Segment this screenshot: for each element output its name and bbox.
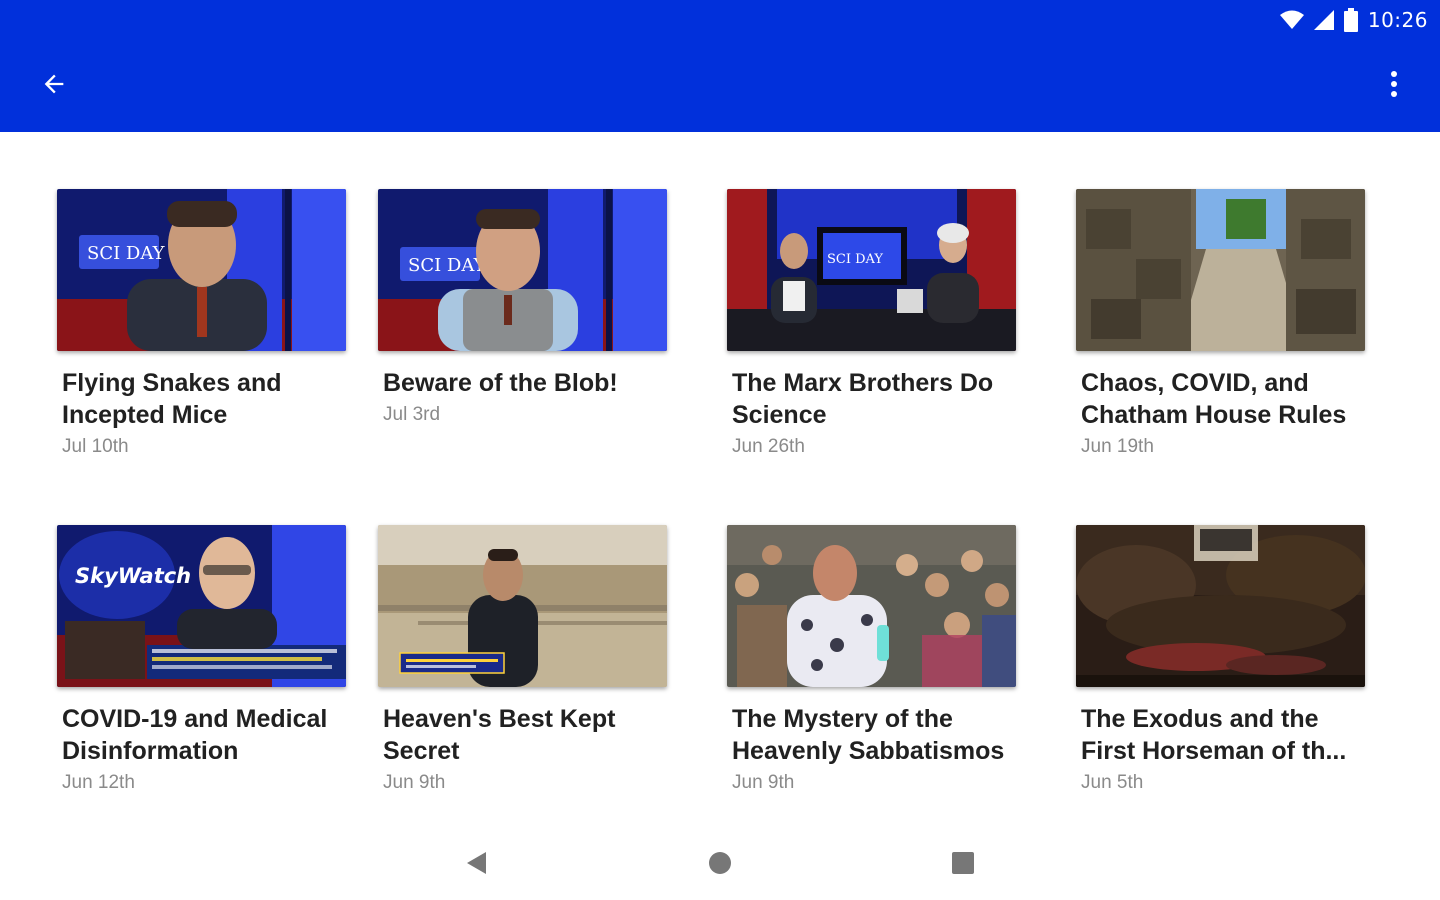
video-date: Jun 9th: [383, 772, 446, 793]
status-time: 10:26: [1367, 8, 1428, 32]
video-title: The Exodus and the First Horseman of th.…: [1081, 705, 1347, 765]
video-thumbnail[interactable]: [1076, 525, 1365, 687]
studio-logo-text: SCI DAY: [827, 252, 883, 267]
video-thumbnail[interactable]: [727, 525, 1016, 687]
video-thumbnail[interactable]: [1076, 189, 1365, 351]
video-title: The Mystery of the Heavenly Sabbatismos: [732, 705, 1005, 765]
video-date: Jul 10th: [62, 436, 129, 457]
video-title: Heaven's Best Kept Secret: [383, 705, 616, 765]
more-vert-icon: [1390, 70, 1398, 103]
video-title: COVID-19 and Medical Disinformation: [62, 705, 328, 765]
video-date: Jun 5th: [1081, 772, 1144, 793]
back-triangle-icon: [464, 850, 490, 881]
video-date: Jun 9th: [732, 772, 795, 793]
status-bar: 10:26: [0, 0, 1440, 40]
video-date: Jul 3rd: [383, 404, 441, 425]
video-title: Flying Snakes and Incepted Mice: [62, 369, 282, 429]
studio-logo-text: SCI DAY: [408, 255, 487, 276]
home-circle-icon: [707, 850, 733, 881]
nav-home-button[interactable]: [695, 840, 745, 890]
video-card[interactable]: SCI DAY Beware of the Blob! Jul 3rd: [378, 189, 667, 461]
studio-logo-text: SCI DAY: [87, 243, 166, 264]
video-thumbnail[interactable]: SkyWatch: [57, 525, 346, 687]
video-grid: SCI DAY Flying Snakes and Incepted Mice …: [57, 189, 1397, 797]
video-card[interactable]: Chaos, COVID, and Chatham House Rules Ju…: [1076, 189, 1365, 461]
video-date: Jun 12th: [62, 772, 135, 793]
arrow-back-icon: [40, 70, 68, 103]
wifi-icon: [1279, 10, 1304, 30]
video-thumbnail[interactable]: SCI DAY: [57, 189, 346, 351]
battery-icon: [1343, 8, 1358, 32]
video-card[interactable]: Heaven's Best Kept Secret Jun 9th: [378, 525, 667, 797]
video-card[interactable]: SCI DAY The Marx Brothers Do Science Jun…: [727, 189, 1016, 461]
status-icons: 10:26: [1279, 6, 1428, 34]
video-card[interactable]: The Exodus and the First Horseman of th.…: [1076, 525, 1365, 797]
video-title: The Marx Brothers Do Science: [732, 369, 994, 429]
app-bar: [0, 40, 1440, 132]
nav-recents-button[interactable]: [938, 840, 988, 890]
video-card[interactable]: The Mystery of the Heavenly Sabbatismos …: [727, 525, 1016, 797]
recents-square-icon: [950, 850, 976, 881]
overflow-menu-button[interactable]: [1370, 62, 1418, 110]
video-thumbnail[interactable]: SCI DAY: [727, 189, 1016, 351]
video-date: Jun 19th: [1081, 436, 1154, 457]
video-date: Jun 26th: [732, 436, 805, 457]
video-card[interactable]: SkyWatch COVID-19 and Medical Disinforma…: [57, 525, 346, 797]
skywatch-logo-text: SkyWatch: [75, 564, 191, 588]
cell-signal-icon: [1313, 10, 1334, 30]
video-title: Beware of the Blob!: [383, 369, 618, 397]
nav-back-button[interactable]: [452, 840, 502, 890]
video-thumbnail[interactable]: SCI DAY: [378, 189, 667, 351]
back-button[interactable]: [30, 62, 78, 110]
video-title: Chaos, COVID, and Chatham House Rules: [1081, 369, 1347, 429]
navigation-bar: [0, 830, 1440, 900]
video-card[interactable]: SCI DAY Flying Snakes and Incepted Mice …: [57, 189, 346, 461]
video-thumbnail[interactable]: [378, 525, 667, 687]
